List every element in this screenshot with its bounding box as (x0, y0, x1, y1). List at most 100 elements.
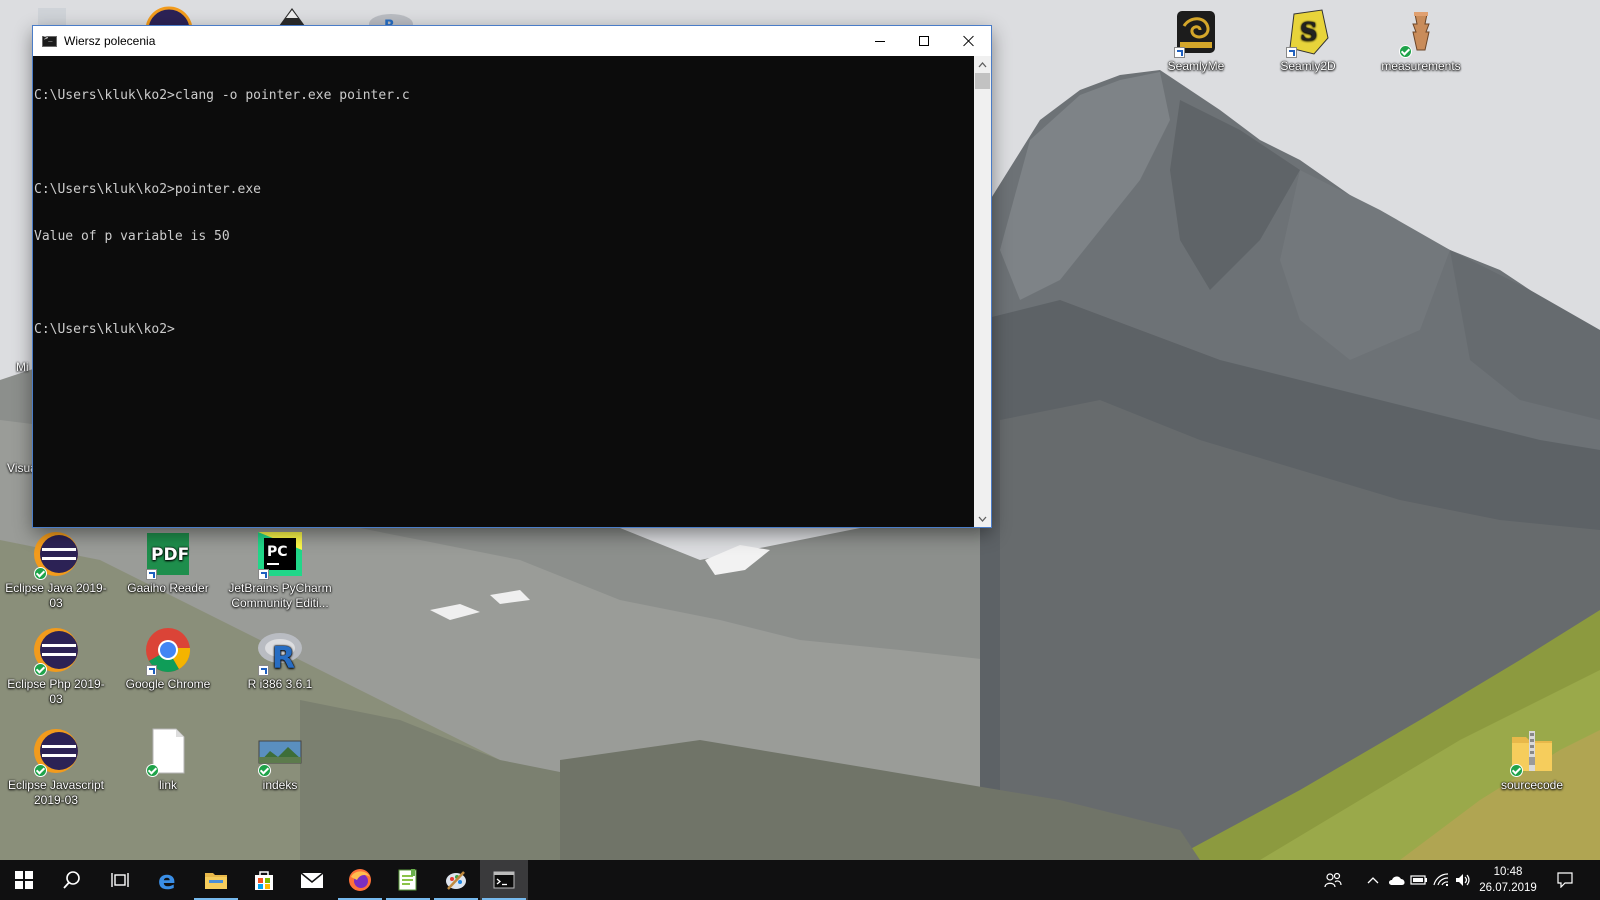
desktop-icon-label: indeks (262, 778, 298, 792)
console-line: C:\Users\kluk\ko2>clang -o pointer.exe p… (34, 88, 410, 104)
svg-text:R: R (384, 18, 395, 26)
desktop-icon-label: link (158, 778, 177, 792)
desktop-icons-top-partial: R (38, 6, 413, 26)
desktop-icon-label-partial[interactable]: Mi (16, 360, 29, 374)
desktop-icon-link[interactable]: link (116, 727, 220, 793)
desktop-icon-eclipse-java[interactable]: Eclipse Java 2019-03 (4, 530, 108, 611)
taskbar-app-notepadpp[interactable] (384, 860, 432, 900)
battery-button[interactable] (1408, 860, 1430, 900)
taskbar-app-mail[interactable] (288, 860, 336, 900)
svg-text:R: R (272, 641, 295, 674)
people-button[interactable] (1318, 860, 1348, 900)
scroll-up-button[interactable] (974, 56, 991, 73)
notepad-plus-plus-icon (398, 869, 417, 891)
cloud-icon (1389, 875, 1405, 885)
wifi-icon (1433, 873, 1449, 886)
scrollbar-thumb[interactable] (975, 73, 990, 89)
desktop-icon-seamlyme[interactable]: SeamlyMe (1144, 8, 1248, 74)
taskbar-app-file-explorer[interactable] (192, 860, 240, 900)
desktop-icon-google-chrome[interactable]: Google Chrome (116, 626, 220, 692)
seamlyme-icon (1172, 8, 1220, 58)
console-prompt-line: C:\Users\kluk\ko2> (34, 322, 175, 338)
taskbar-app-paint[interactable] (432, 860, 480, 900)
chevron-up-icon (1367, 877, 1379, 884)
speaker-icon (1456, 874, 1470, 886)
taskbar: e 10:48 26.07.2019 (0, 860, 1600, 900)
taskbar-app-command-prompt[interactable] (480, 860, 528, 900)
store-icon (255, 871, 273, 890)
search-icon (63, 871, 80, 889)
maximize-icon (918, 36, 929, 46)
desktop-icon-gaaiho-reader[interactable]: PDF Gaaiho Reader (116, 530, 220, 596)
pycharm-icon: PC (256, 530, 304, 580)
zip-folder-icon (1508, 727, 1556, 777)
minimize-button[interactable] (857, 26, 902, 56)
system-clock[interactable]: 10:48 26.07.2019 (1474, 864, 1542, 896)
desktop-icon-eclipse-php[interactable]: Eclipse Php 2019-03 (4, 626, 108, 707)
desktop-icon-r-i386[interactable]: R R i386 3.6.1 (228, 626, 332, 692)
vertical-scrollbar[interactable] (974, 56, 991, 527)
start-button[interactable] (0, 860, 48, 900)
desktop-icon-label: Eclipse Java 2019-03 (5, 581, 107, 610)
clock-date: 26.07.2019 (1479, 882, 1537, 894)
notification-icon (1557, 872, 1573, 888)
action-center-button[interactable] (1545, 860, 1585, 900)
battery-icon (1410, 875, 1427, 885)
taskbar-app-firefox[interactable] (336, 860, 384, 900)
svg-text:PDF: PDF (151, 545, 189, 565)
onedrive-button[interactable] (1386, 860, 1408, 900)
pdf-icon: PDF (144, 530, 192, 580)
desktop-icon-eclipse-javascript[interactable]: Eclipse Javascript 2019-03 (4, 727, 108, 808)
mail-icon (300, 872, 324, 888)
measurements-icon (1397, 8, 1445, 58)
desktop-icon-label: Seamly2D (1280, 59, 1336, 73)
desktop-icon-label: sourcecode (1500, 778, 1564, 792)
desktop-icon-label: Google Chrome (125, 677, 211, 691)
desktop-icon-indeks[interactable]: indeks (228, 727, 332, 793)
eclipse-icon (32, 530, 80, 580)
eclipse-icon (32, 727, 80, 777)
desktop-icon-pycharm[interactable]: PC JetBrains PyCharm Community Editi... (228, 530, 332, 611)
search-button[interactable] (48, 860, 96, 900)
close-button[interactable] (946, 26, 991, 56)
firefox-icon (349, 869, 371, 891)
console-output[interactable]: C:\Users\kluk\ko2>clang -o pointer.exe p… (33, 56, 974, 527)
desktop-icon-label: JetBrains PyCharm Community Editi... (228, 581, 332, 610)
task-view-button[interactable] (96, 860, 144, 900)
desktop-icon-label: Gaaiho Reader (127, 581, 209, 595)
desktop-icon-seamly2d[interactable]: S Seamly2D (1256, 8, 1360, 74)
r-icon: R (256, 626, 304, 676)
desktop-icon-label: R i386 3.6.1 (247, 677, 313, 691)
folder-icon (205, 873, 227, 889)
seamly2d-icon: S (1284, 8, 1332, 58)
desktop-icon-sourcecode[interactable]: sourcecode (1480, 727, 1584, 793)
console-app-icon (42, 34, 57, 47)
console-line: Value of p variable is 50 (34, 228, 230, 244)
file-icon (144, 727, 192, 777)
desktop-icon-label: SeamlyMe (1167, 59, 1225, 73)
show-hidden-icons-button[interactable] (1362, 860, 1384, 900)
svg-text:PC: PC (267, 544, 288, 560)
command-prompt-window[interactable]: Wiersz polecenia C:\Users\kluk\ko2>clang… (33, 26, 991, 527)
eclipse-icon (32, 626, 80, 676)
paint-icon (446, 871, 466, 890)
command-prompt-icon (493, 871, 515, 889)
taskbar-app-store[interactable] (240, 860, 288, 900)
desktop-icon-measurements[interactable]: measurements (1369, 8, 1473, 74)
clock-time: 10:48 (1493, 866, 1523, 878)
network-button[interactable] (1430, 860, 1452, 900)
maximize-button[interactable] (901, 26, 946, 56)
window-title: Wiersz polecenia (64, 34, 156, 48)
window-titlebar[interactable]: Wiersz polecenia (33, 26, 991, 56)
scroll-down-button[interactable] (974, 510, 991, 527)
chrome-icon (144, 626, 192, 676)
volume-button[interactable] (1452, 860, 1474, 900)
svg-text:e: e (158, 868, 176, 892)
desktop-icon-label: Eclipse Javascript 2019-03 (7, 778, 105, 807)
windows-logo-icon (15, 871, 33, 889)
taskbar-app-edge[interactable]: e (144, 860, 192, 900)
minimize-icon (874, 40, 885, 42)
console-line: C:\Users\kluk\ko2>pointer.exe (34, 181, 261, 197)
